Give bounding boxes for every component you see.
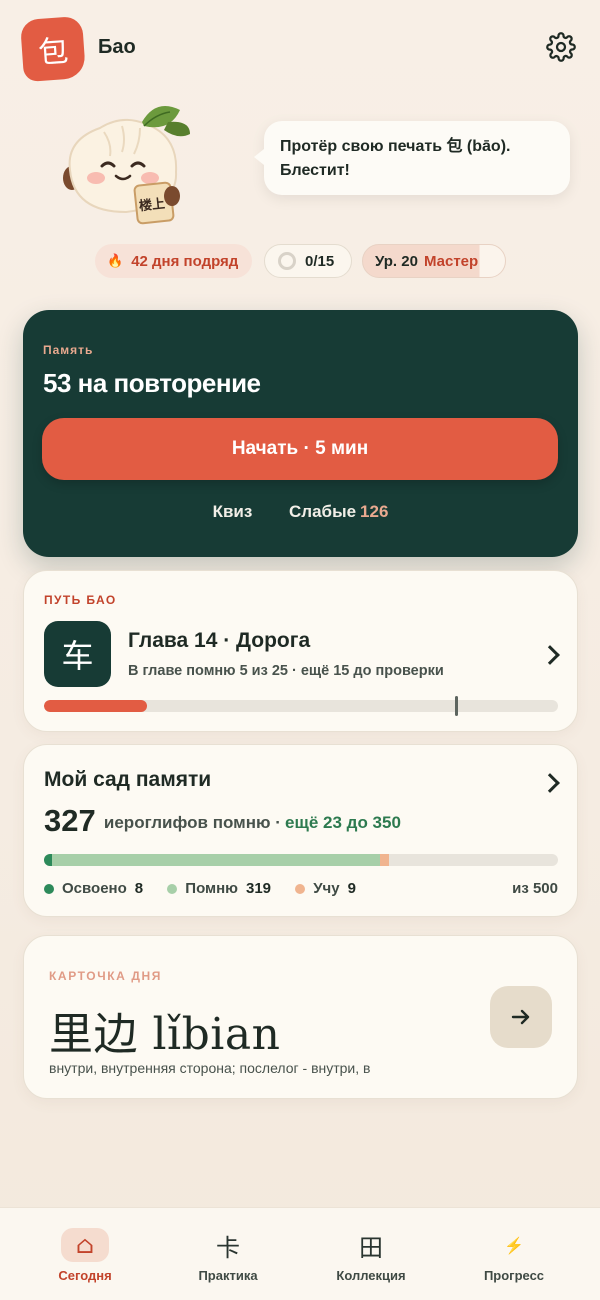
legend-value: 8 — [134, 880, 144, 897]
memory-garden-card[interactable]: Мой сад памяти 327 иероглифов помню · ещ… — [23, 744, 578, 917]
chapter-progress-bar — [44, 700, 558, 712]
legend-label: Освоено — [62, 880, 127, 897]
start-review-button[interactable]: Начать · 5 мин — [42, 418, 558, 480]
tab-today[interactable]: ⌂ Сегодня — [10, 1208, 160, 1300]
level-title: Мастер — [423, 252, 479, 270]
home-icon: ⌂ — [61, 1228, 109, 1262]
garden-segment-learning — [380, 854, 390, 866]
chapter-glyph-tile: 车 — [44, 621, 111, 687]
quiz-link[interactable]: Квиз — [213, 502, 253, 522]
chapter-subtitle: В главе помню 5 из 25 · ещё 15 до провер… — [128, 663, 444, 679]
legend-mastered: Освоено 8 — [44, 880, 143, 897]
legend-remember: Помню 319 — [167, 880, 271, 897]
bottom-tab-bar: ⌂ Сегодня 卡 Практика 田 Коллекция ⚡ Прогр… — [0, 1207, 600, 1300]
open-card-button[interactable] — [490, 986, 552, 1048]
settings-button[interactable] — [544, 30, 578, 64]
card-glyph-icon: 卡 — [216, 1233, 240, 1262]
card-of-day-meaning: внутри, внутренняя сторона; послелог - в… — [49, 1060, 371, 1076]
path-section-label: ПУТЬ БАО — [44, 593, 117, 607]
weak-link[interactable]: Слабые 126 — [289, 502, 388, 522]
level-label: Ур. 20 — [375, 252, 418, 270]
chapter-title: Глава 14 · Дорога — [128, 629, 311, 652]
bao-mascot: 楼上 — [60, 100, 200, 230]
next-goal-text: ещё 23 до 350 — [285, 813, 401, 832]
garden-count-line: 327 иероглифов помню · ещё 23 до 350 — [44, 803, 401, 839]
arrow-right-icon — [511, 1009, 530, 1025]
weak-count: 126 — [360, 502, 389, 521]
card-of-day-label: КАРТОЧКА ДНЯ — [49, 969, 162, 983]
legend-value: 319 — [246, 880, 272, 897]
lightning-icon: ⚡ — [504, 1235, 524, 1255]
daily-goal-chip[interactable]: 0/15 — [264, 244, 352, 278]
remembered-count-label: иероглифов помню · — [103, 813, 281, 832]
grid-glyph-icon: 田 — [359, 1233, 383, 1262]
legend-label: Помню — [185, 880, 238, 897]
mascot-sign-text: 楼上 — [138, 196, 166, 215]
legend-total: из 500 — [512, 880, 558, 897]
tab-collection[interactable]: 田 Коллекция — [296, 1208, 446, 1300]
stats-row: 🔥 42 дня подряд 0/15 Ур. 20 Мастер — [0, 244, 600, 280]
chevron-right-icon — [540, 773, 560, 793]
garden-progress-bar — [44, 854, 558, 866]
legend-dot — [44, 883, 54, 894]
legend-learning: Учу 9 — [295, 880, 356, 897]
mascot-speech-bubble: Протёр свою печать 包 (bāo). Блестит! — [254, 121, 570, 195]
memory-section-label: Память — [43, 343, 94, 357]
weak-link-label: Слабые — [289, 502, 357, 521]
tab-practice[interactable]: 卡 Практика — [153, 1208, 303, 1300]
legend-dot — [167, 883, 178, 894]
tab-label: Сегодня — [58, 1268, 112, 1283]
checkpoint-marker — [455, 696, 458, 716]
legend-dot — [295, 883, 306, 894]
daily-goal-label: 0/15 — [305, 252, 335, 270]
bao-path-card[interactable]: ПУТЬ БАО 车 Глава 14 · Дорога В главе пом… — [23, 570, 578, 732]
app-header: 包 Бао — [19, 15, 578, 83]
memory-review-card: Память 53 на повторение Начать · 5 мин К… — [23, 310, 578, 557]
app-name: Бао — [98, 36, 136, 58]
app-logo: 包 — [19, 15, 87, 83]
tab-label: Прогресс — [483, 1268, 545, 1283]
chevron-right-icon — [540, 645, 560, 665]
tab-progress[interactable]: ⚡ Прогресс — [439, 1208, 589, 1300]
remembered-count: 327 — [44, 803, 96, 838]
streak-chip[interactable]: 🔥 42 дня подряд — [95, 244, 252, 278]
level-chip[interactable]: Ур. 20 Мастер — [362, 244, 506, 278]
review-count-title: 53 на повторение — [43, 368, 261, 398]
legend-label: Учу — [313, 880, 340, 897]
garden-segment-mastered — [44, 854, 53, 866]
gear-icon — [546, 32, 576, 62]
chapter-progress-fill — [44, 700, 147, 712]
garden-legend: Освоено 8 Помню 319 Учу 9 из 500 — [44, 880, 558, 898]
legend-value: 9 — [347, 880, 356, 897]
card-of-day[interactable]: КАРТОЧКА ДНЯ 里边 lǐbian внутри, внутрення… — [23, 935, 578, 1099]
garden-segment-remember — [52, 854, 381, 866]
tab-label: Коллекция — [336, 1268, 406, 1283]
progress-ring-icon — [278, 252, 296, 270]
fire-icon: 🔥 — [107, 253, 124, 268]
tab-label: Практика — [198, 1268, 258, 1283]
streak-label: 42 дня подряд — [131, 252, 239, 270]
garden-title: Мой сад памяти — [44, 768, 212, 791]
card-of-day-word: 里边 lǐbian — [49, 1009, 281, 1060]
